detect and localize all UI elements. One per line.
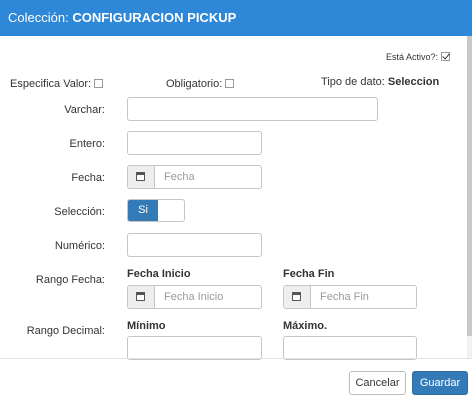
fecha-fin-header: Fecha Fin (283, 268, 335, 280)
entero-label: Entero: (69, 138, 105, 150)
fecha-fin-calendar-button[interactable] (284, 286, 311, 308)
fecha-date-picker[interactable]: Fecha (127, 165, 262, 189)
modal-header: Colección: CONFIGURACION PICKUP (0, 0, 472, 36)
modal-title: Colección: CONFIGURACION PICKUP (8, 10, 236, 25)
specific-value-label: Especifica Valor: (10, 78, 92, 90)
varchar-input[interactable] (127, 97, 378, 121)
fecha-fin-placeholder: Fecha Fin (320, 291, 369, 303)
title-prefix: Colección: (8, 10, 73, 25)
seleccion-toggle[interactable]: Si (127, 199, 185, 222)
fecha-inicio-date-picker[interactable]: Fecha Inicio (127, 285, 262, 309)
required-label: Obligatorio: (166, 78, 223, 90)
data-type-value: Seleccion (387, 76, 440, 88)
numerico-input[interactable] (127, 233, 262, 257)
save-button[interactable]: Guardar (412, 371, 468, 395)
active-flag: Está Activo?: (386, 52, 451, 62)
fecha-inicio-placeholder: Fecha Inicio (164, 291, 224, 303)
collection-name: CONFIGURACION PICKUP (72, 10, 237, 25)
data-type: Tipo de dato: Seleccion (321, 76, 439, 88)
fecha-placeholder: Fecha (164, 171, 195, 183)
minimo-header: Mínimo (127, 320, 166, 332)
minimo-input[interactable] (127, 336, 262, 360)
seleccion-label: Selección: (54, 206, 105, 218)
rango-fecha-label: Rango Fecha: (35, 274, 105, 286)
required-checkbox[interactable] (225, 79, 235, 88)
required-flag: Obligatorio: (166, 78, 235, 90)
active-checkbox[interactable] (441, 52, 451, 61)
toggle-on-label: Si (128, 200, 158, 221)
specific-value-flag: Especifica Valor: (10, 78, 104, 90)
specific-value-checkbox[interactable] (94, 79, 104, 88)
varchar-label: Varchar: (64, 104, 105, 116)
footer-divider (0, 358, 472, 359)
modal-scrollbar[interactable] (467, 36, 472, 358)
fecha-calendar-button[interactable] (128, 166, 155, 188)
entero-input[interactable] (127, 131, 262, 155)
calendar-icon (292, 292, 301, 301)
calendar-icon (136, 172, 145, 181)
maximo-input[interactable] (283, 336, 417, 360)
scrollbar-thumb[interactable] (467, 36, 472, 336)
fecha-fin-date-picker[interactable]: Fecha Fin (283, 285, 417, 309)
numerico-label: Numérico: (54, 240, 105, 252)
active-label: Está Activo?: (386, 52, 439, 62)
cancel-button[interactable]: Cancelar (349, 371, 406, 395)
fecha-inicio-header: Fecha Inicio (127, 268, 191, 280)
fecha-label: Fecha: (71, 172, 105, 184)
fecha-inicio-calendar-button[interactable] (128, 286, 155, 308)
maximo-header: Máximo. (283, 320, 328, 332)
calendar-icon (136, 292, 145, 301)
rango-decimal-label: Rango Decimal: (26, 325, 105, 337)
data-type-label: Tipo de dato: (321, 76, 385, 88)
